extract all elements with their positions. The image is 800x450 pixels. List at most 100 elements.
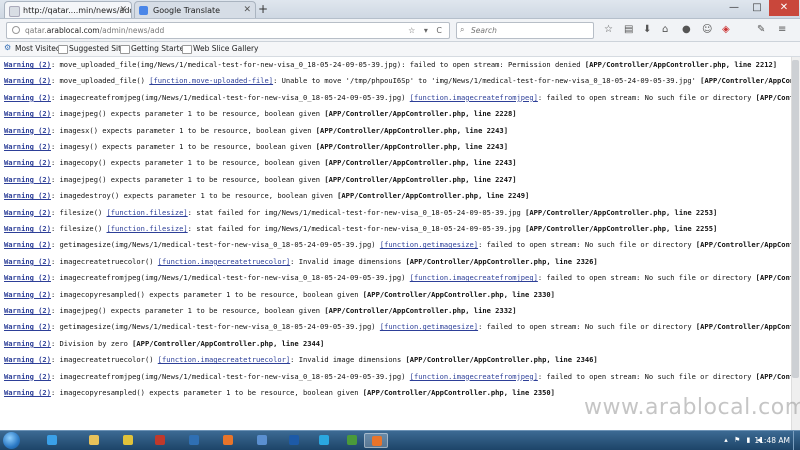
warning-link[interactable]: Warning (2) [4,93,51,102]
function-link[interactable]: [function.getimagesize] [380,322,478,331]
warning-link[interactable]: Warning (2) [4,273,51,282]
function-link[interactable]: [function.imagecreatefromjpeg] [410,273,538,282]
chrome-taskbar-button[interactable] [116,433,140,448]
function-link[interactable]: [function.filesize] [107,208,188,217]
smile-icon[interactable]: ☺ [702,24,712,36]
bookmark-most-visited[interactable]: Most Visited [4,41,61,56]
notepad-taskbar-button[interactable] [340,433,364,448]
file-location: [APP/Controller/AppController.php, line … [695,240,791,250]
skype-taskbar-button[interactable] [312,433,336,448]
photoshop-icon [189,435,199,445]
media-icon [257,435,267,445]
start-button[interactable] [3,432,20,449]
log-line: Warning (2): imagejpeg() expects paramet… [4,306,517,316]
warning-link[interactable]: Warning (2) [4,224,51,233]
close-tab-icon[interactable]: ✕ [243,2,251,18]
bookmark-label: Most Visited [15,44,61,53]
warning-link[interactable]: Warning (2) [4,60,51,69]
bookmark-getting-started[interactable]: Getting Started [120,42,189,56]
log-line: Warning (2): imagecreatefromjpeg(img/New… [4,273,791,283]
function-link[interactable]: [function.imagecreatefromjpeg] [410,93,538,102]
edit-icon[interactable]: ✎ [757,24,765,36]
warning-link[interactable]: Warning (2) [4,322,51,331]
file-location: [APP/Controller/AppController.php, line … [324,174,517,184]
ps-taskbar-button[interactable] [282,433,306,448]
tab-google-translate[interactable]: Google Translate ✕ [134,1,256,18]
search-icon: ⌕ [460,25,465,34]
warning-link[interactable]: Warning (2) [4,208,51,217]
warning-link[interactable]: Warning (2) [4,175,51,184]
firefox-taskbar-button[interactable] [216,433,240,448]
function-link[interactable]: [function.imagecreatefromjpeg] [410,372,538,381]
photoshop-taskbar-button[interactable] [182,433,206,448]
message-text: : move_uploaded_file(img/News/1/medical-… [50,60,585,69]
warning-link[interactable]: Warning (2) [4,306,51,315]
file-location: [APP/Controller/AppController.php, line … [132,338,325,348]
site-info-icon[interactable] [12,26,20,34]
warning-link[interactable]: Warning (2) [4,142,51,151]
warning-link[interactable]: Warning (2) [4,257,51,266]
star-icon[interactable]: ☆ [604,24,613,36]
minimize-button[interactable]: — [723,0,745,16]
bookmark-suggested-sites[interactable]: Suggested Sites [58,42,130,56]
file-location: [APP/Controller/AppController.php, line … [405,355,598,365]
download-icon[interactable]: ⬇ [643,24,651,36]
function-link[interactable]: [function.imagecreatetruecolor] [158,257,290,266]
log-line: Warning (2): filesize() [function.filesi… [4,224,717,234]
warning-link[interactable]: Warning (2) [4,339,51,348]
warning-link[interactable]: Warning (2) [4,109,51,118]
scrollbar-thumb[interactable] [792,60,799,378]
function-link[interactable]: [function.getimagesize] [380,240,478,249]
tab-admin-news-add[interactable]: http://qatar....min/news/add ✕ [4,1,132,18]
file-location: [APP/Controller/AppController.php, line … [405,256,598,266]
warning-link[interactable]: Warning (2) [4,76,51,85]
show-desktop-button[interactable] [793,431,800,450]
new-tab-button[interactable]: + [258,2,268,16]
message-text: : Unable to move '/tmp/phpouI6Sp' to 'im… [273,76,701,86]
filezilla-taskbar-button[interactable] [148,433,172,448]
close-tab-icon[interactable]: ✕ [119,2,127,18]
warning-link[interactable]: Warning (2) [4,355,51,364]
firefox-icon [223,435,233,445]
filezilla-icon [155,435,165,445]
message-text: : imagecopyresampled() expects parameter… [50,289,363,299]
function-link[interactable]: [function.move-uploaded-file] [149,76,273,85]
function-link[interactable]: [function.filesize] [107,224,188,233]
firefox-active-taskbar-button[interactable] [364,433,388,448]
message-text: : Invalid image dimensions [290,355,406,365]
ps-icon [289,435,299,445]
maximize-button[interactable]: □ [746,0,768,16]
warning-link[interactable]: Warning (2) [4,290,51,299]
function-link[interactable]: [function.imagecreatetruecolor] [158,355,290,364]
url-actions-icons[interactable]: ☆ ▾ C [408,23,445,38]
chat-icon[interactable]: ● [682,24,691,36]
warning-link[interactable]: Warning (2) [4,158,51,167]
search-bar[interactable]: ⌕ [456,22,594,39]
notepad-icon [347,435,357,445]
watermark: www.arablocal.com [584,395,800,420]
warning-link[interactable]: Warning (2) [4,191,51,200]
warning-link[interactable]: Warning (2) [4,126,51,135]
log-line: Warning (2): imagecopyresampled() expect… [4,388,555,398]
message-text: : failed to open stream: No such file or… [537,273,756,283]
warning-link[interactable]: Warning (2) [4,372,51,381]
bookmark-web-slice-gallery[interactable]: Web Slice Gallery [182,42,259,56]
folder-taskbar-button[interactable] [82,433,106,448]
ie-taskbar-button[interactable] [40,433,64,448]
clock[interactable]: 11:48 AM [754,431,790,450]
message-text: : move_uploaded_file() [50,76,150,86]
menu-icon[interactable]: ≡ [778,24,786,36]
media-taskbar-button[interactable] [250,433,274,448]
warning-link[interactable]: Warning (2) [4,388,51,397]
close-window-button[interactable]: ✕ [769,0,799,16]
pocket-icon[interactable]: ◈ [722,24,730,36]
warning-link[interactable]: Warning (2) [4,240,51,249]
message-text: : Invalid image dimensions [290,256,406,266]
clipboard-icon[interactable]: ▤ [624,24,633,36]
url-bar[interactable]: qatar.arablocal.com/admin/news/add ☆ ▾ C [6,22,450,39]
skype-icon [319,435,329,445]
message-text: : Division by zero [50,338,133,348]
home-icon[interactable]: ⌂ [662,24,668,36]
search-input[interactable] [471,24,581,36]
message-text: : imagecopy() expects parameter 1 to be … [50,158,325,168]
